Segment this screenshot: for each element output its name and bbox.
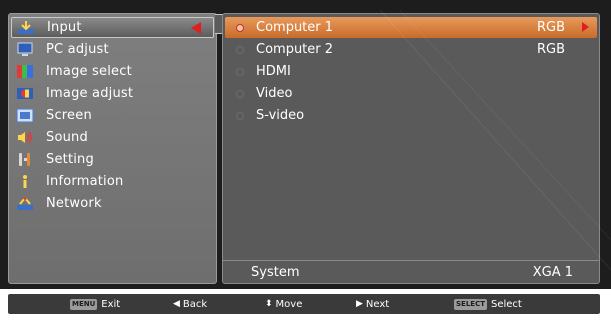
image-adjust-icon <box>16 86 34 101</box>
input-option-label: S-video <box>256 108 305 123</box>
menu-item-information[interactable]: Information <box>11 171 214 192</box>
radio-icon <box>236 23 244 32</box>
menu-item-label: PC adjust <box>46 42 109 57</box>
footer-hint-bar: MENU Exit ◀ Back ⬍ Move ▶ Next SELECT Se… <box>8 294 600 314</box>
arrow-left-icon: ◀ <box>173 299 180 309</box>
menu-item-network[interactable]: Network <box>11 193 214 214</box>
menu-item-label: Input <box>47 20 82 35</box>
radio-icon <box>236 45 244 54</box>
input-submenu-panel: Computer 1 RGB Computer 2 RGB HDMI Video… <box>222 13 600 284</box>
hint-select: SELECT Select <box>454 298 522 310</box>
hint-label: Select <box>490 298 522 310</box>
input-option-value: RGB <box>537 42 566 57</box>
image-select-icon <box>16 64 34 79</box>
menu-item-image-select[interactable]: Image select <box>11 61 214 82</box>
arrow-right-icon: ▶ <box>356 299 363 309</box>
divider <box>223 260 599 261</box>
hint-move: ⬍ Move <box>265 299 302 310</box>
hint-next: ▶ Next <box>356 299 389 310</box>
input-option-label: HDMI <box>256 64 291 79</box>
input-option-computer-2[interactable]: Computer 2 RGB <box>225 39 597 60</box>
system-value: XGA 1 <box>532 265 573 280</box>
arrow-up-down-icon: ⬍ <box>265 299 273 309</box>
setting-icon <box>16 152 34 167</box>
input-option-s-video[interactable]: S-video <box>225 105 597 126</box>
menu-item-label: Image select <box>46 64 132 79</box>
osd-screen: Input PC adjust Image select Image adjus… <box>0 0 611 289</box>
radio-icon <box>236 67 244 76</box>
network-icon <box>16 196 34 211</box>
radio-icon <box>236 111 244 120</box>
input-option-computer-1[interactable]: Computer 1 RGB <box>225 17 597 38</box>
pc-adjust-icon <box>16 42 34 57</box>
menu-item-label: Network <box>46 196 102 211</box>
arrow-right-icon <box>582 22 589 32</box>
select-key-icon: SELECT <box>454 298 487 310</box>
menu-item-image-adjust[interactable]: Image adjust <box>11 83 214 104</box>
hint-label: Move <box>275 298 303 310</box>
input-option-video[interactable]: Video <box>225 83 597 104</box>
radio-icon <box>236 89 244 98</box>
input-option-value: RGB <box>537 20 566 35</box>
menu-item-screen[interactable]: Screen <box>11 105 214 126</box>
menu-item-label: Image adjust <box>46 86 134 101</box>
menu-item-label: Setting <box>46 152 94 167</box>
main-menu-panel: Input PC adjust Image select Image adjus… <box>8 13 217 284</box>
menu-item-label: Information <box>46 174 124 189</box>
input-option-label: Computer 1 <box>256 20 334 35</box>
screen-icon <box>16 108 34 123</box>
input-option-label: Computer 2 <box>256 42 334 57</box>
hint-exit: MENU Exit <box>70 298 121 310</box>
menu-item-input[interactable]: Input <box>11 17 214 38</box>
system-label: System <box>251 265 300 280</box>
information-icon <box>16 174 34 189</box>
input-option-hdmi[interactable]: HDMI <box>225 61 597 82</box>
input-option-label: Video <box>256 86 293 101</box>
active-arrow-icon <box>191 22 201 34</box>
hint-back: ◀ Back <box>173 299 207 310</box>
hint-label: Exit <box>101 298 121 310</box>
menu-item-label: Sound <box>46 130 88 145</box>
menu-key-icon: MENU <box>70 298 98 310</box>
sound-icon <box>16 130 34 145</box>
hint-label: Back <box>182 298 208 310</box>
menu-item-setting[interactable]: Setting <box>11 149 214 170</box>
system-row: System XGA 1 <box>223 262 599 283</box>
menu-item-pc-adjust[interactable]: PC adjust <box>11 39 214 60</box>
hint-label: Next <box>365 298 390 310</box>
input-icon <box>17 20 35 35</box>
menu-item-label: Screen <box>46 108 92 123</box>
menu-item-sound[interactable]: Sound <box>11 127 214 148</box>
